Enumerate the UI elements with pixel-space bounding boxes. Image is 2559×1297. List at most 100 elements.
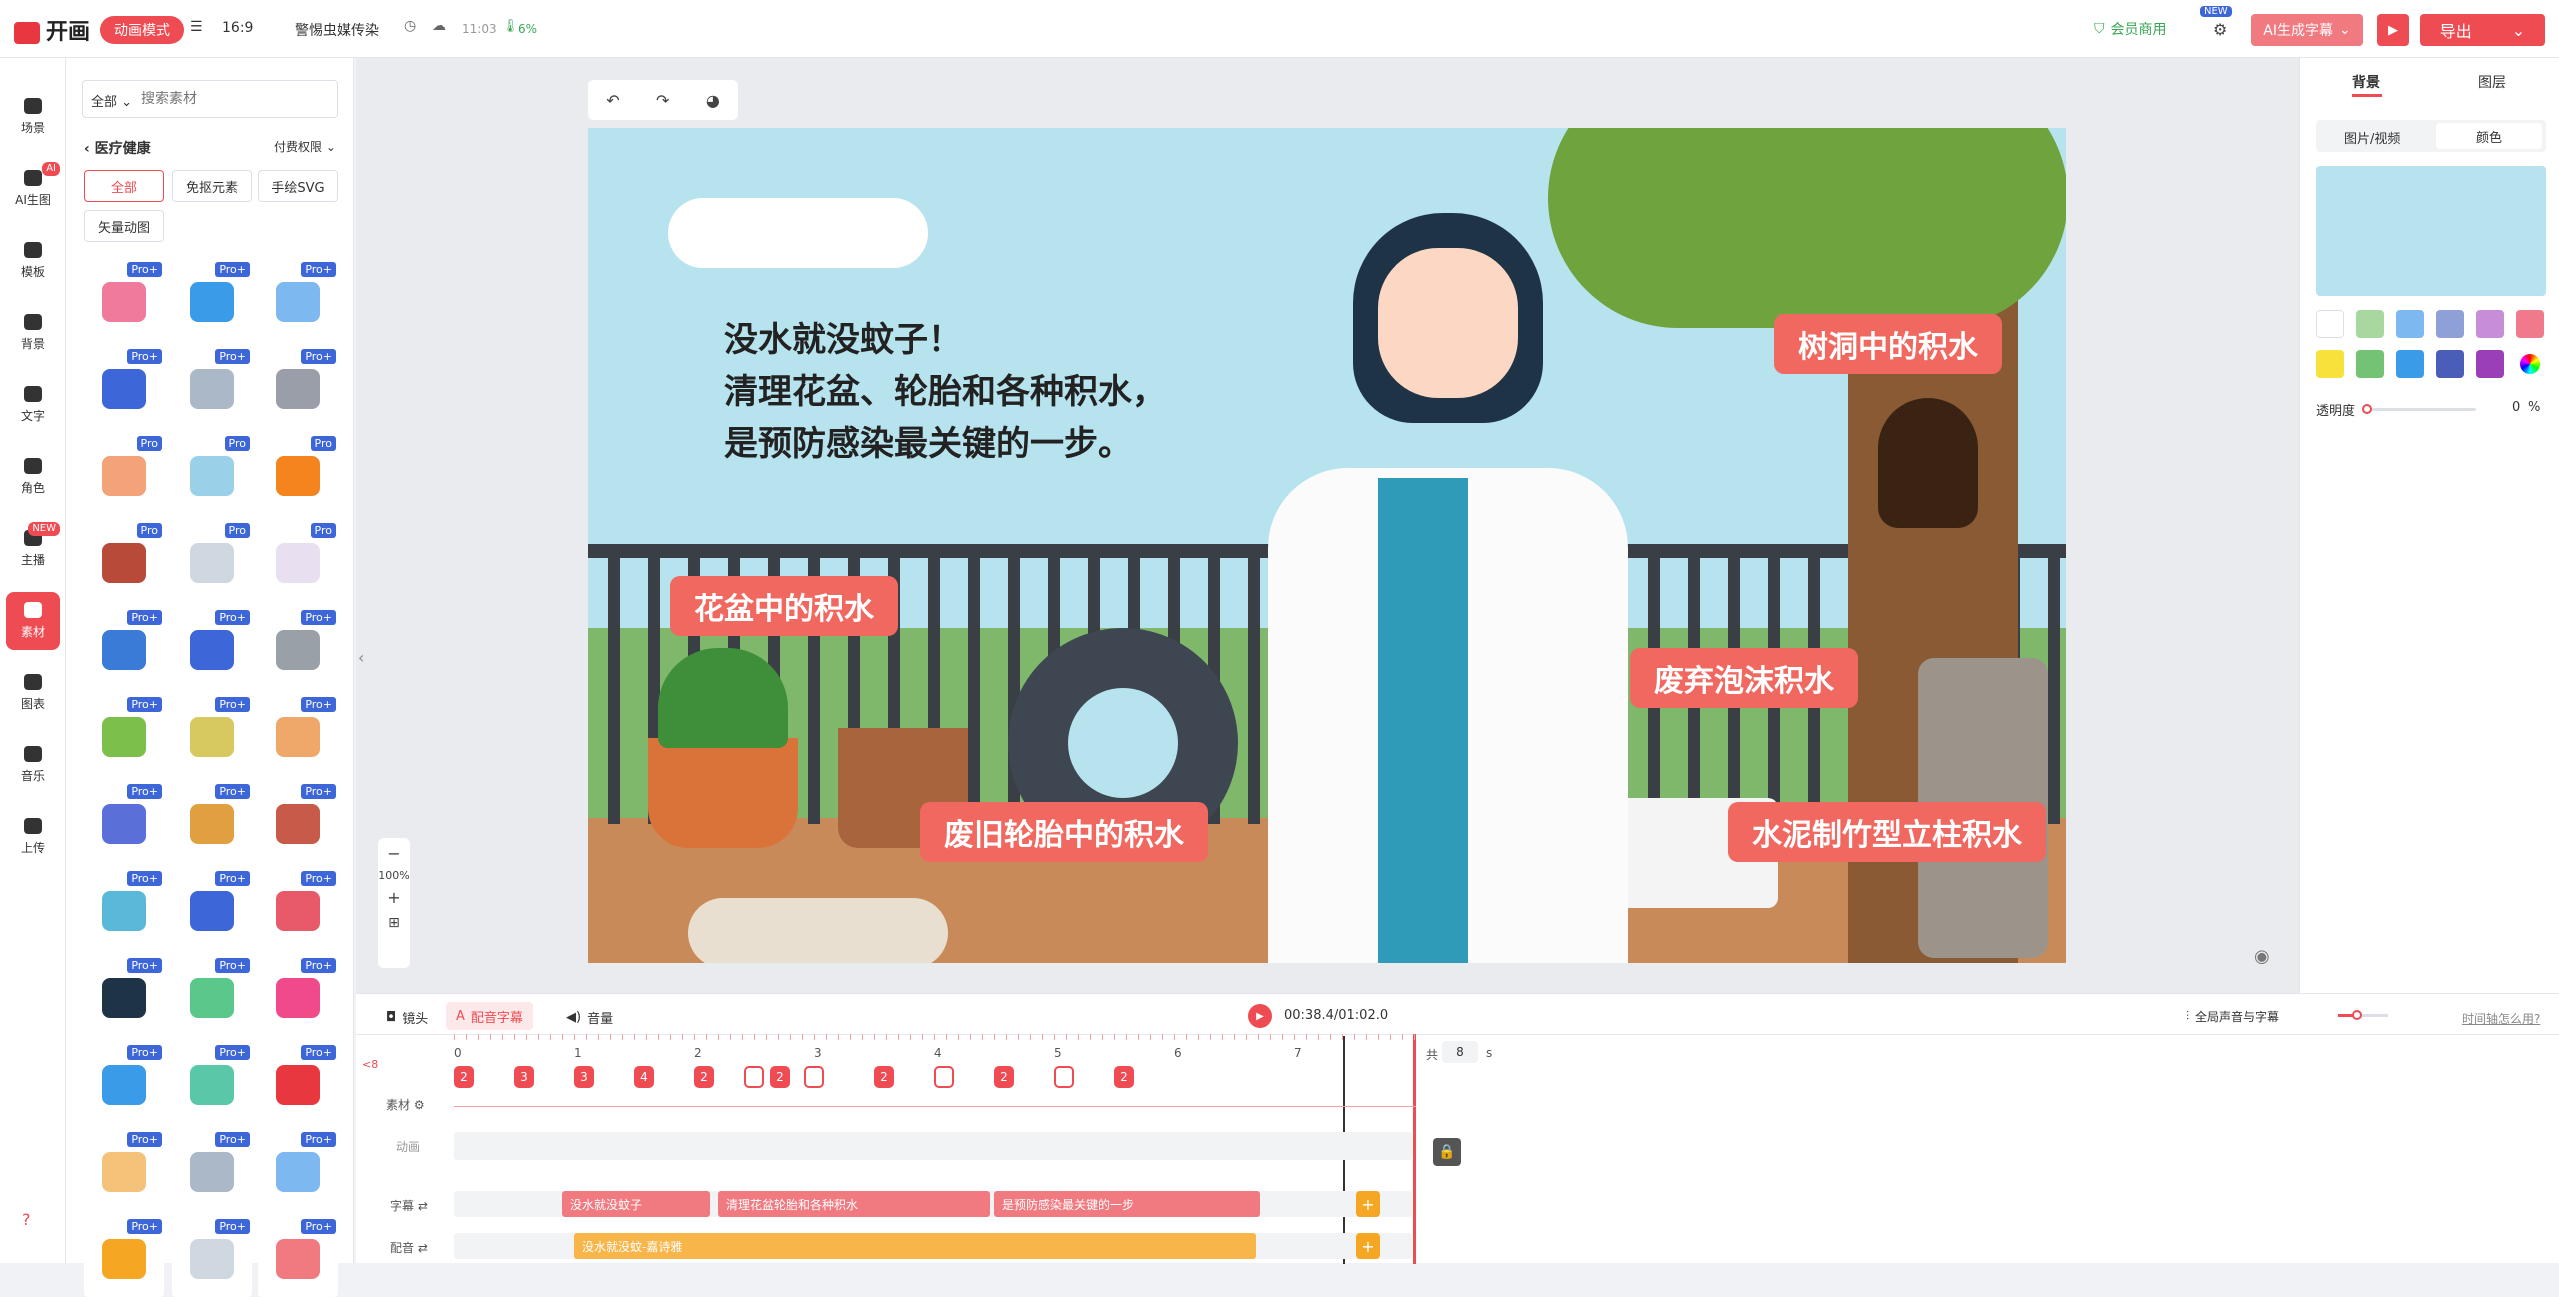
main-text[interactable]: 没水就没蚊子！ 清理花盆、轮胎和各种积水， 是预防感染最关键的一步。 xyxy=(724,314,1166,470)
asset-tile[interactable]: Pro xyxy=(84,434,164,514)
color-swatch[interactable] xyxy=(2516,310,2544,338)
asset-tile[interactable]: Pro+ xyxy=(172,1130,252,1210)
timeline-zoom-slider[interactable] xyxy=(2338,1010,2388,1020)
caption-tree-hole[interactable]: 树洞中的积水 xyxy=(1774,314,2002,374)
preview-play-button[interactable]: ▶ xyxy=(2377,14,2409,46)
asset-tile[interactable]: Pro+ xyxy=(258,956,338,1036)
asset-marker[interactable] xyxy=(1054,1066,1074,1088)
asset-tile[interactable]: Pro+ xyxy=(258,347,338,427)
asset-tile[interactable]: Pro+ xyxy=(84,347,164,427)
asset-tile[interactable]: Pro+ xyxy=(84,695,164,775)
menu-icon[interactable]: ☰ xyxy=(190,19,203,35)
color-swatch[interactable] xyxy=(2356,310,2384,338)
subtitle-segment[interactable]: 没水就没蚊子 xyxy=(562,1191,710,1217)
nav-music[interactable]: 音乐 xyxy=(6,736,60,794)
ai-subtitle-button[interactable]: AI生成字幕 ⌄ xyxy=(2251,14,2363,46)
asset-marker[interactable]: 3 xyxy=(514,1066,534,1088)
asset-tile[interactable]: Pro+ xyxy=(84,782,164,862)
asset-tile[interactable]: Pro+ xyxy=(172,260,252,340)
caption-flowerpot[interactable]: 花盆中的积水 xyxy=(670,576,898,636)
global-sound-subtitle[interactable]: ⫶ 全局声音与字幕 xyxy=(2186,1008,2279,1025)
zoom-in-icon[interactable]: + xyxy=(378,888,410,907)
asset-tile[interactable]: Pro+ xyxy=(84,1043,164,1123)
asset-tile[interactable]: Pro+ xyxy=(258,260,338,340)
subtab-color[interactable]: 颜色 xyxy=(2436,123,2542,149)
asset-tile[interactable]: Pro+ xyxy=(84,260,164,340)
tab-background[interactable]: 背景 xyxy=(2352,72,2380,92)
asset-tile[interactable]: Pro xyxy=(258,521,338,601)
asset-tile[interactable]: Pro+ xyxy=(84,608,164,688)
search-input[interactable] xyxy=(141,87,331,111)
asset-marker[interactable]: 2 xyxy=(454,1066,474,1088)
palette-icon[interactable]: ◕ xyxy=(706,91,720,110)
export-button[interactable]: 导出 ⌄ xyxy=(2420,14,2545,46)
nav-text[interactable]: 文字 xyxy=(6,376,60,434)
timeline-zoom-thumb[interactable] xyxy=(2352,1010,2362,1020)
asset-tile[interactable]: Pro+ xyxy=(172,695,252,775)
color-swatch[interactable] xyxy=(2476,350,2504,378)
asset-tile[interactable]: Pro+ xyxy=(172,347,252,427)
color-swatch[interactable] xyxy=(2316,350,2344,378)
asset-tile[interactable]: Pro+ xyxy=(258,695,338,775)
member-commercial[interactable]: ⛉ 会员商用 xyxy=(2094,19,2167,39)
subtitle-segment[interactable]: 是预防感染最关键的一步 xyxy=(994,1191,1260,1217)
chip-vector-anim[interactable]: 矢量动图 xyxy=(84,210,164,242)
gear-icon[interactable]: ⚙ xyxy=(414,1098,425,1112)
asset-tile[interactable]: Pro+ xyxy=(84,956,164,1036)
asset-tile[interactable]: Pro xyxy=(172,521,252,601)
chip-all[interactable]: 全部 xyxy=(84,170,164,202)
asset-tile[interactable]: Pro+ xyxy=(84,1130,164,1210)
ratio-button[interactable]: 16:9 xyxy=(222,20,253,36)
redo-icon[interactable]: ↷ xyxy=(656,91,669,110)
asset-marker[interactable] xyxy=(744,1066,764,1088)
asset-marker[interactable]: 2 xyxy=(770,1066,790,1088)
history-icon[interactable]: ◷ xyxy=(404,18,416,34)
nav-template[interactable]: 模板 xyxy=(6,232,60,290)
nav-ai-image[interactable]: AI AI生图 xyxy=(6,160,60,218)
nav-upload[interactable]: 上传 xyxy=(6,808,60,866)
tab-camera[interactable]: ◘ 镜头 xyxy=(386,1008,428,1027)
zoom-out-icon[interactable]: − xyxy=(378,844,410,863)
asset-tile[interactable]: Pro+ xyxy=(172,782,252,862)
asset-marker[interactable]: 2 xyxy=(994,1066,1014,1088)
asset-tile[interactable]: Pro+ xyxy=(84,869,164,949)
subtab-media[interactable]: 图片/视频 xyxy=(2344,128,2400,147)
category-back[interactable]: ‹ 医疗健康 xyxy=(84,138,151,158)
subtitle-segment[interactable]: 清理花盆轮胎和各种积水 xyxy=(718,1191,990,1217)
nav-anchor[interactable]: NEW 主播 xyxy=(6,520,60,578)
caption-foam[interactable]: 废弃泡沫积水 xyxy=(1630,648,1858,708)
opacity-slider[interactable] xyxy=(2362,404,2476,414)
filter-select[interactable]: 全部 ⌄ xyxy=(91,91,132,110)
asset-tile[interactable]: Pro+ xyxy=(172,869,252,949)
robot-icon[interactable]: ⚙ xyxy=(2213,20,2227,39)
asset-tile[interactable]: Pro+ xyxy=(258,608,338,688)
asset-tile[interactable]: Pro+ xyxy=(172,1217,252,1297)
asset-tile[interactable]: Pro xyxy=(258,434,338,514)
color-swatch[interactable] xyxy=(2396,350,2424,378)
color-swatch[interactable] xyxy=(2476,310,2504,338)
undo-icon[interactable]: ↶ xyxy=(606,91,619,110)
add-voice-button[interactable]: + xyxy=(1356,1233,1380,1259)
asset-tile[interactable]: Pro+ xyxy=(258,1130,338,1210)
tab-volume[interactable]: ◀) 音量 xyxy=(566,1008,613,1027)
asset-marker[interactable] xyxy=(934,1066,954,1088)
lock-icon[interactable]: 🔒 xyxy=(1433,1138,1461,1166)
color-swatch[interactable] xyxy=(2356,350,2384,378)
nav-chart[interactable]: 图表 xyxy=(6,664,60,722)
add-subtitle-button[interactable]: + xyxy=(1356,1191,1380,1217)
swap-icon[interactable]: ⇄ xyxy=(418,1241,428,1255)
rights-dropdown[interactable]: 付费权限 ⌄ xyxy=(274,138,336,155)
timeline-play-button[interactable]: ▶ xyxy=(1248,1004,1272,1028)
collapse-panel-icon[interactable]: ‹ xyxy=(358,648,364,667)
asset-tile[interactable]: Pro xyxy=(84,521,164,601)
nav-character[interactable]: 角色 xyxy=(6,448,60,506)
color-swatch[interactable] xyxy=(2396,310,2424,338)
total-duration-input[interactable]: 8 xyxy=(1442,1041,1478,1063)
asset-tile[interactable]: Pro xyxy=(172,434,252,514)
app-logo[interactable]: 开画 xyxy=(14,14,90,46)
mode-pill[interactable]: 动画模式 xyxy=(100,16,184,44)
tab-voice-subtitle[interactable]: A 配音字幕 xyxy=(446,1002,533,1030)
scene-canvas[interactable]: 没水就没蚊子！ 清理花盆、轮胎和各种积水， 是预防感染最关键的一步。 花盆中的积… xyxy=(588,128,2066,963)
tab-layers[interactable]: 图层 xyxy=(2478,72,2506,92)
asset-marker[interactable]: 2 xyxy=(874,1066,894,1088)
